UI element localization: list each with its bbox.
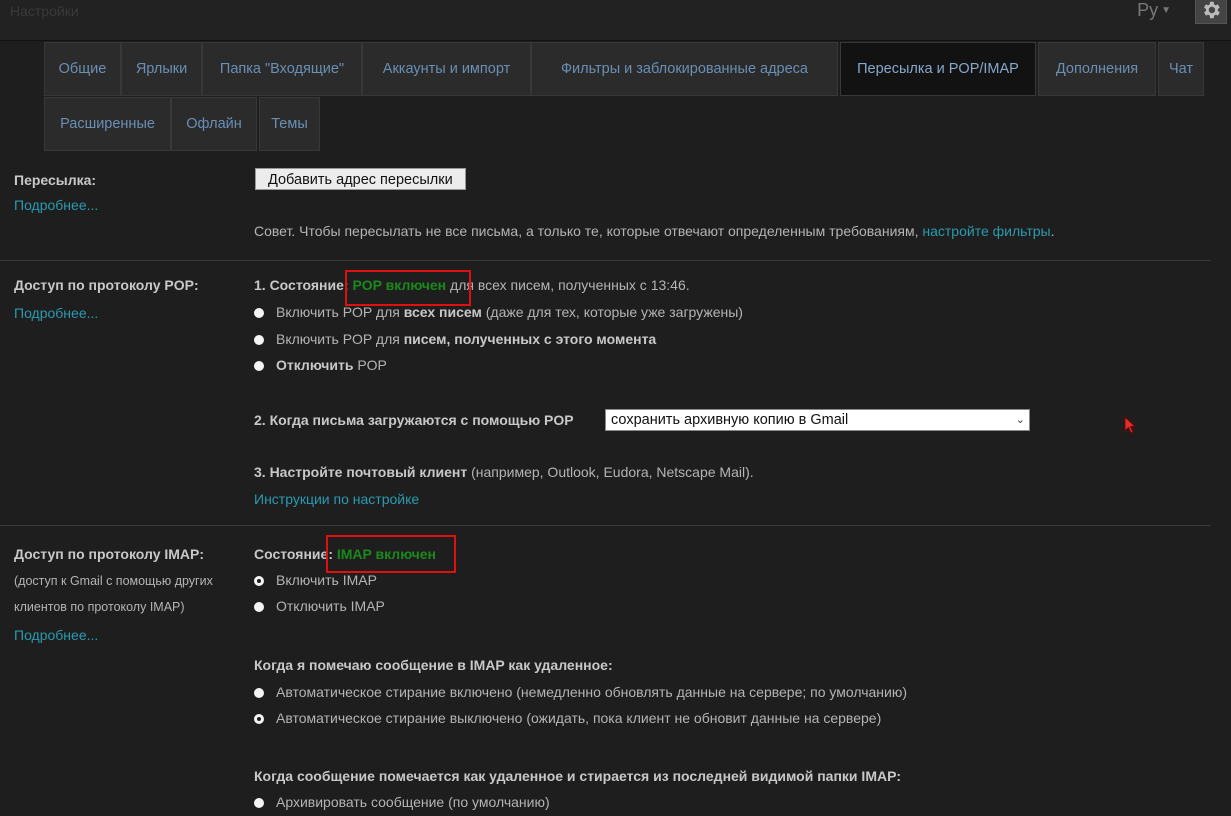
imap-expunge-heading: Когда сообщение помечается как удаленное… xyxy=(254,768,902,784)
imap-section: Доступ по протоколу IMAP: (доступ к Gmai… xyxy=(0,526,1211,816)
option-text: Включить POP для xyxy=(276,331,404,347)
language-selector[interactable]: Ру ▼ xyxy=(1137,0,1171,21)
imap-delete-heading: Когда я помечаю сообщение в IMAP как уда… xyxy=(254,657,613,673)
configure-filters-link[interactable]: настройте фильтры xyxy=(922,223,1050,239)
imap-subtitle-2: клиентов по протоколу IMAP) xyxy=(14,600,185,614)
pop-status-prefix: 1. Состояние: xyxy=(254,277,349,293)
imap-archive-option[interactable]: Архивировать сообщение (по умолчанию) xyxy=(254,794,550,810)
page-title-ghost: Настройки xyxy=(10,3,79,19)
pop-option-all[interactable]: Включить POP для всех писем (даже для те… xyxy=(254,304,743,320)
tab-inbox[interactable]: Папка "Входящие" xyxy=(202,42,362,96)
imap-expunge-off[interactable]: Автоматическое стирание выключено (ожида… xyxy=(254,710,881,726)
forwarding-tip: Совет. Чтобы пересылать не все письма, а… xyxy=(254,223,1055,239)
option-bold: писем, полученных с этого момента xyxy=(403,331,657,347)
imap-status-prefix: Состояние: xyxy=(254,546,333,562)
gear-icon xyxy=(1204,1,1220,19)
forwarding-section: Пересылка: Подробнее... Добавить адрес п… xyxy=(0,152,1211,261)
pop-status-line: 1. Состояние: POP включен для всех писем… xyxy=(254,277,690,293)
pop-more-link[interactable]: Подробнее... xyxy=(14,305,98,321)
option-text-post: POP xyxy=(353,357,387,373)
radio-selected-icon[interactable] xyxy=(254,576,264,586)
pop-status-highlight xyxy=(345,270,471,306)
imap-status-highlight xyxy=(326,535,456,573)
tip-text: Совет. Чтобы пересылать не все письма, а… xyxy=(254,223,919,239)
imap-expunge-on[interactable]: Автоматическое стирание включено (немедл… xyxy=(254,684,907,700)
radio-icon[interactable] xyxy=(254,361,264,371)
pop-title: Доступ по протоколу POP: xyxy=(14,277,199,293)
pop-client-line: 3. Настройте почтовый клиент (например, … xyxy=(254,464,754,480)
pop-option-disable[interactable]: Отключить POP xyxy=(254,357,387,373)
forwarding-title: Пересылка: xyxy=(14,172,97,188)
radio-icon[interactable] xyxy=(254,798,264,808)
pop-option-from-now[interactable]: Включить POP для писем, полученных с это… xyxy=(254,331,656,347)
tip-end: . xyxy=(1050,223,1055,239)
radio-icon[interactable] xyxy=(254,688,264,698)
tab-addons[interactable]: Дополнения xyxy=(1038,42,1156,96)
imap-subtitle-1: (доступ к Gmail с помощью других xyxy=(14,574,213,588)
forwarding-more-link[interactable]: Подробнее... xyxy=(14,197,98,213)
setup-instructions-link[interactable]: Инструкции по настройке xyxy=(254,491,419,507)
tab-forwarding-pop-imap[interactable]: Пересылка и POP/IMAP xyxy=(840,42,1036,96)
option-text: Автоматическое стирание включено (немедл… xyxy=(276,684,908,700)
option-text: Включить IMAP xyxy=(276,572,377,588)
pop-status-suffix: для всех писем, полученных с 13:46. xyxy=(450,277,690,293)
option-text: Автоматическое стирание выключено (ожида… xyxy=(276,710,882,726)
tab-accounts[interactable]: Аккаунты и импорт xyxy=(362,42,531,96)
tab-offline[interactable]: Офлайн xyxy=(171,97,257,151)
option-bold: Отключить xyxy=(276,357,354,373)
settings-button[interactable] xyxy=(1195,0,1227,24)
imap-option-disable[interactable]: Отключить IMAP xyxy=(254,598,385,614)
option-text: Включить POP для xyxy=(276,304,404,320)
pop-when-label: 2. Когда письма загружаются с помощью PO… xyxy=(254,412,574,428)
option-bold: всех писем xyxy=(403,304,482,320)
radio-icon[interactable] xyxy=(254,308,264,318)
option-text-post: (даже для тех, которые уже загружены) xyxy=(481,304,743,320)
imap-more-link[interactable]: Подробнее... xyxy=(14,627,98,643)
radio-selected-icon[interactable] xyxy=(254,714,264,724)
select-value: сохранить архивную копию в Gmail xyxy=(611,412,849,428)
tab-chat[interactable]: Чат xyxy=(1158,42,1204,96)
mouse-cursor-icon xyxy=(1124,416,1137,434)
language-label: Ру xyxy=(1137,0,1159,20)
pop-section: Доступ по протоколу POP: Подробнее... 1.… xyxy=(0,261,1211,526)
add-forwarding-address-button[interactable]: Добавить адрес пересылки xyxy=(255,168,466,190)
pop-action-select[interactable]: сохранить архивную копию в Gmail ⌄ xyxy=(605,409,1030,431)
option-text: Архивировать сообщение (по умолчанию) xyxy=(276,794,550,810)
tab-advanced[interactable]: Расширенные xyxy=(44,97,171,151)
tab-filters[interactable]: Фильтры и заблокированные адреса xyxy=(531,42,838,96)
chevron-down-icon: ▼ xyxy=(1161,5,1171,16)
radio-icon[interactable] xyxy=(254,602,264,612)
imap-option-enable[interactable]: Включить IMAP xyxy=(254,572,377,588)
tab-labels[interactable]: Ярлыки xyxy=(121,42,202,96)
option-text: Отключить IMAP xyxy=(276,598,385,614)
client-bold: 3. Настройте почтовый клиент xyxy=(254,464,468,480)
radio-icon[interactable] xyxy=(254,335,264,345)
tab-general[interactable]: Общие xyxy=(44,42,121,96)
client-rest: (например, Outlook, Eudora, Netscape Mai… xyxy=(467,464,754,480)
tab-themes[interactable]: Темы xyxy=(259,97,320,151)
top-bar: Настройки Ру ▼ xyxy=(0,0,1231,41)
chevron-down-icon: ⌄ xyxy=(1015,414,1025,426)
imap-title: Доступ по протоколу IMAP: xyxy=(14,546,205,562)
